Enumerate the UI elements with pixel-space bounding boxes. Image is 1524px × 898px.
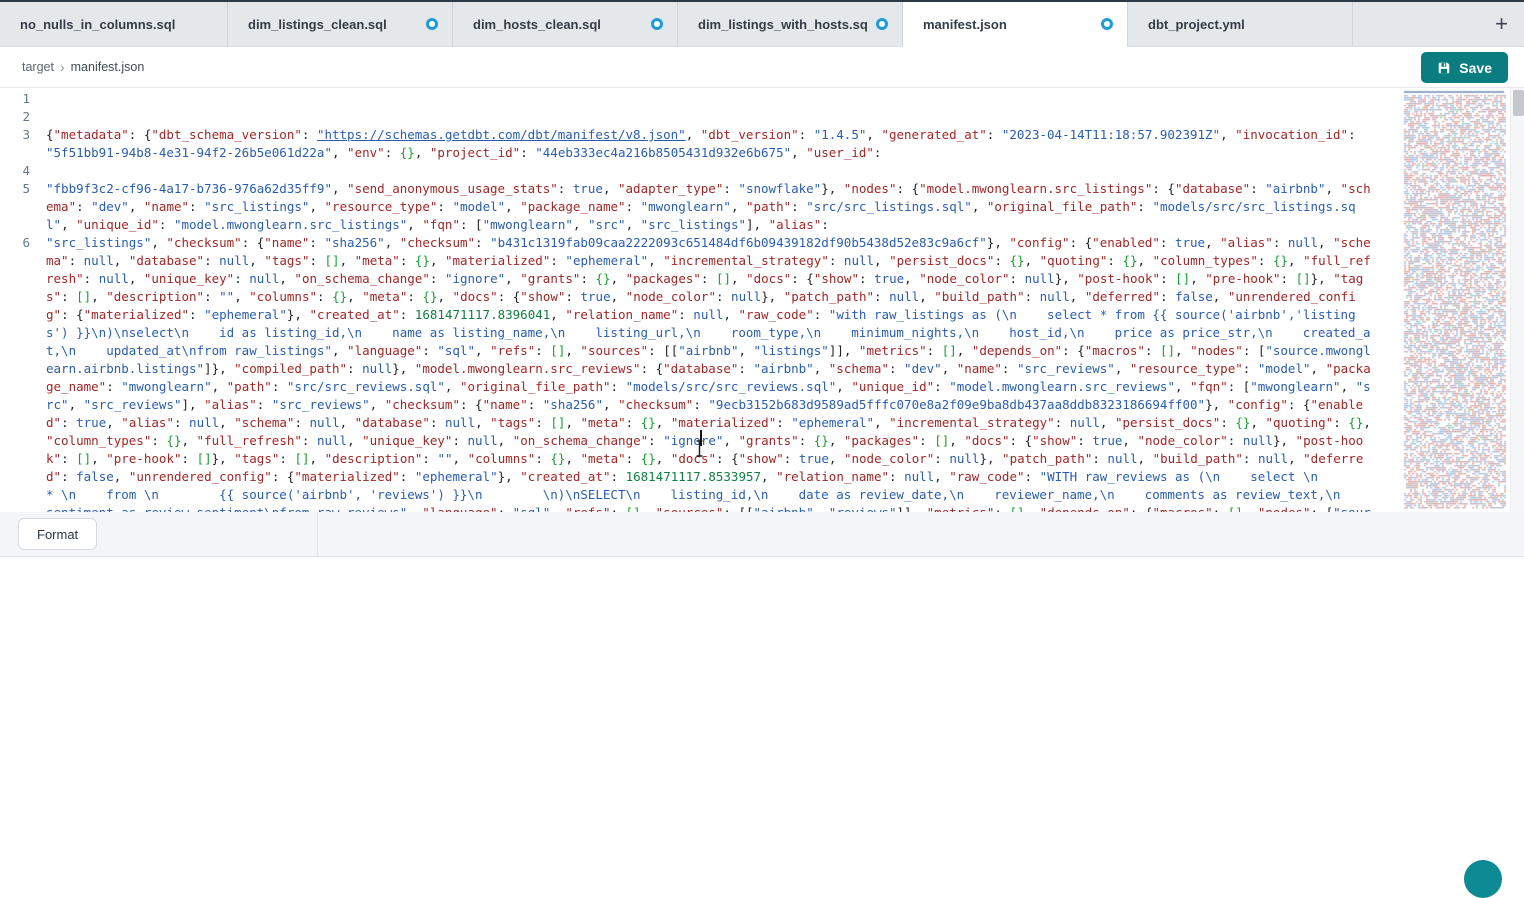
mouse-ibeam-cursor xyxy=(694,440,705,462)
breadcrumb-chevron-icon: › xyxy=(60,59,65,75)
line-number: 5 xyxy=(0,180,46,234)
editor-tab[interactable]: dim_listings_with_hosts.sql xyxy=(678,2,903,47)
line-number: 4 xyxy=(0,162,46,180)
unsaved-changes-icon xyxy=(651,18,663,30)
line-number: 1 xyxy=(0,90,46,108)
save-button-label: Save xyxy=(1459,60,1492,76)
format-button[interactable]: Format xyxy=(18,518,97,550)
unsaved-changes-icon xyxy=(1101,18,1113,30)
tab-bar: no_nulls_in_columns.sql dim_listings_clea… xyxy=(0,2,1524,47)
minimap[interactable] xyxy=(1402,90,1508,510)
results-panel xyxy=(0,557,1524,825)
editor-tab[interactable]: dim_hosts_clean.sql xyxy=(453,2,678,47)
panel-divider xyxy=(317,512,318,556)
code-line[interactable]: 3{"metadata": {"dbt_schema_version": "ht… xyxy=(0,126,1400,162)
tab-label: manifest.json xyxy=(923,17,1007,32)
line-number: 6 xyxy=(0,234,46,512)
chat-bubble-button[interactable] xyxy=(1464,860,1502,898)
bottom-toolbar: Format xyxy=(0,512,1524,557)
line-number: 3 xyxy=(0,126,46,162)
code-line[interactable]: 5"fbb9f3c2-cf96-4a17-b736-976a62d35ff9",… xyxy=(0,180,1400,234)
editor-tab[interactable]: dim_listings_clean.sql xyxy=(228,2,453,47)
unsaved-changes-icon xyxy=(876,18,888,30)
line-number: 2 xyxy=(0,108,46,126)
code-line[interactable]: 1 xyxy=(0,90,1400,108)
code-editor[interactable]: 1 2 3{"metadata": {"dbt_schema_version":… xyxy=(0,88,1524,512)
line-content xyxy=(46,90,1378,108)
line-content: {"metadata": {"dbt_schema_version": "htt… xyxy=(46,126,1378,162)
editor-tab[interactable]: no_nulls_in_columns.sql xyxy=(0,2,228,47)
tab-bar-filler: + xyxy=(1353,2,1524,47)
breadcrumb-bar: target › manifest.json Save xyxy=(0,47,1524,88)
tab-label: dim_listings_with_hosts.sql xyxy=(698,17,868,32)
unsaved-changes-icon xyxy=(426,18,438,30)
breadcrumb-folder: target xyxy=(22,60,54,74)
line-content xyxy=(46,162,1378,180)
new-tab-button[interactable]: + xyxy=(1491,14,1512,34)
editor-tab[interactable]: dbt_project.yml xyxy=(1128,2,1353,47)
line-content: "fbb9f3c2-cf96-4a17-b736-976a62d35ff9", … xyxy=(46,180,1378,234)
tab-label: dbt_project.yml xyxy=(1148,17,1245,32)
editor-tab[interactable]: manifest.json xyxy=(903,2,1128,47)
save-button[interactable]: Save xyxy=(1421,52,1508,83)
breadcrumb-file: manifest.json xyxy=(71,60,145,74)
tab-label: dim_hosts_clean.sql xyxy=(473,17,601,32)
tab-label: dim_listings_clean.sql xyxy=(248,17,387,32)
tab-label: no_nulls_in_columns.sql xyxy=(20,17,175,32)
scrollbar-thumb[interactable] xyxy=(1513,90,1524,116)
code-line[interactable]: 4 xyxy=(0,162,1400,180)
vertical-scrollbar[interactable] xyxy=(1510,88,1524,512)
code-line[interactable]: 2 xyxy=(0,108,1400,126)
tab-strip: no_nulls_in_columns.sql dim_listings_clea… xyxy=(0,2,1353,47)
save-icon xyxy=(1437,61,1451,75)
code-line[interactable]: 6"src_listings", "checksum": {"name": "s… xyxy=(0,234,1400,512)
line-content: "src_listings", "checksum": {"name": "sh… xyxy=(46,234,1378,512)
line-content xyxy=(46,108,1378,126)
